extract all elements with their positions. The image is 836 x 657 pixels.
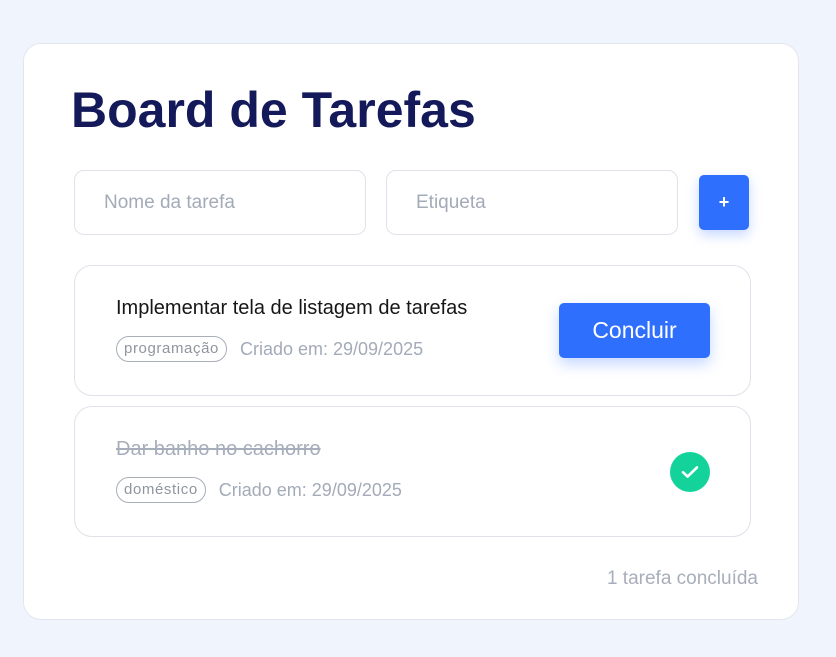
task-item: Dar banho no cachorro doméstico Criado e…	[74, 406, 751, 537]
task-meta: doméstico Criado em: 29/09/2025	[116, 477, 402, 503]
task-tag-badge: doméstico	[116, 477, 206, 503]
task-tag-badge: programação	[116, 336, 227, 362]
page-title: Board de Tarefas	[71, 82, 476, 138]
task-name-input[interactable]	[74, 170, 366, 235]
check-mark-svg	[681, 466, 699, 478]
task-item: Implementar tela de listagem de tarefas …	[74, 265, 751, 396]
complete-task-button[interactable]: Concluir	[559, 303, 710, 358]
task-created-date: Criado em: 29/09/2025	[239, 338, 424, 359]
task-title: Dar banho no cachorro	[116, 438, 321, 460]
task-board-card: Board de Tarefas + Implementar tela de l…	[23, 43, 799, 620]
task-created-date: Criado em: 29/09/2025	[218, 479, 402, 500]
completed-summary: 1 tarefa concluída	[606, 568, 758, 589]
task-title: Implementar tela de listagem de tarefas	[116, 297, 468, 319]
task-tag-input[interactable]	[386, 170, 678, 235]
add-task-button[interactable]: +	[699, 175, 749, 230]
task-meta: programação Criado em: 29/09/2025	[116, 336, 423, 362]
check-icon	[670, 452, 710, 492]
